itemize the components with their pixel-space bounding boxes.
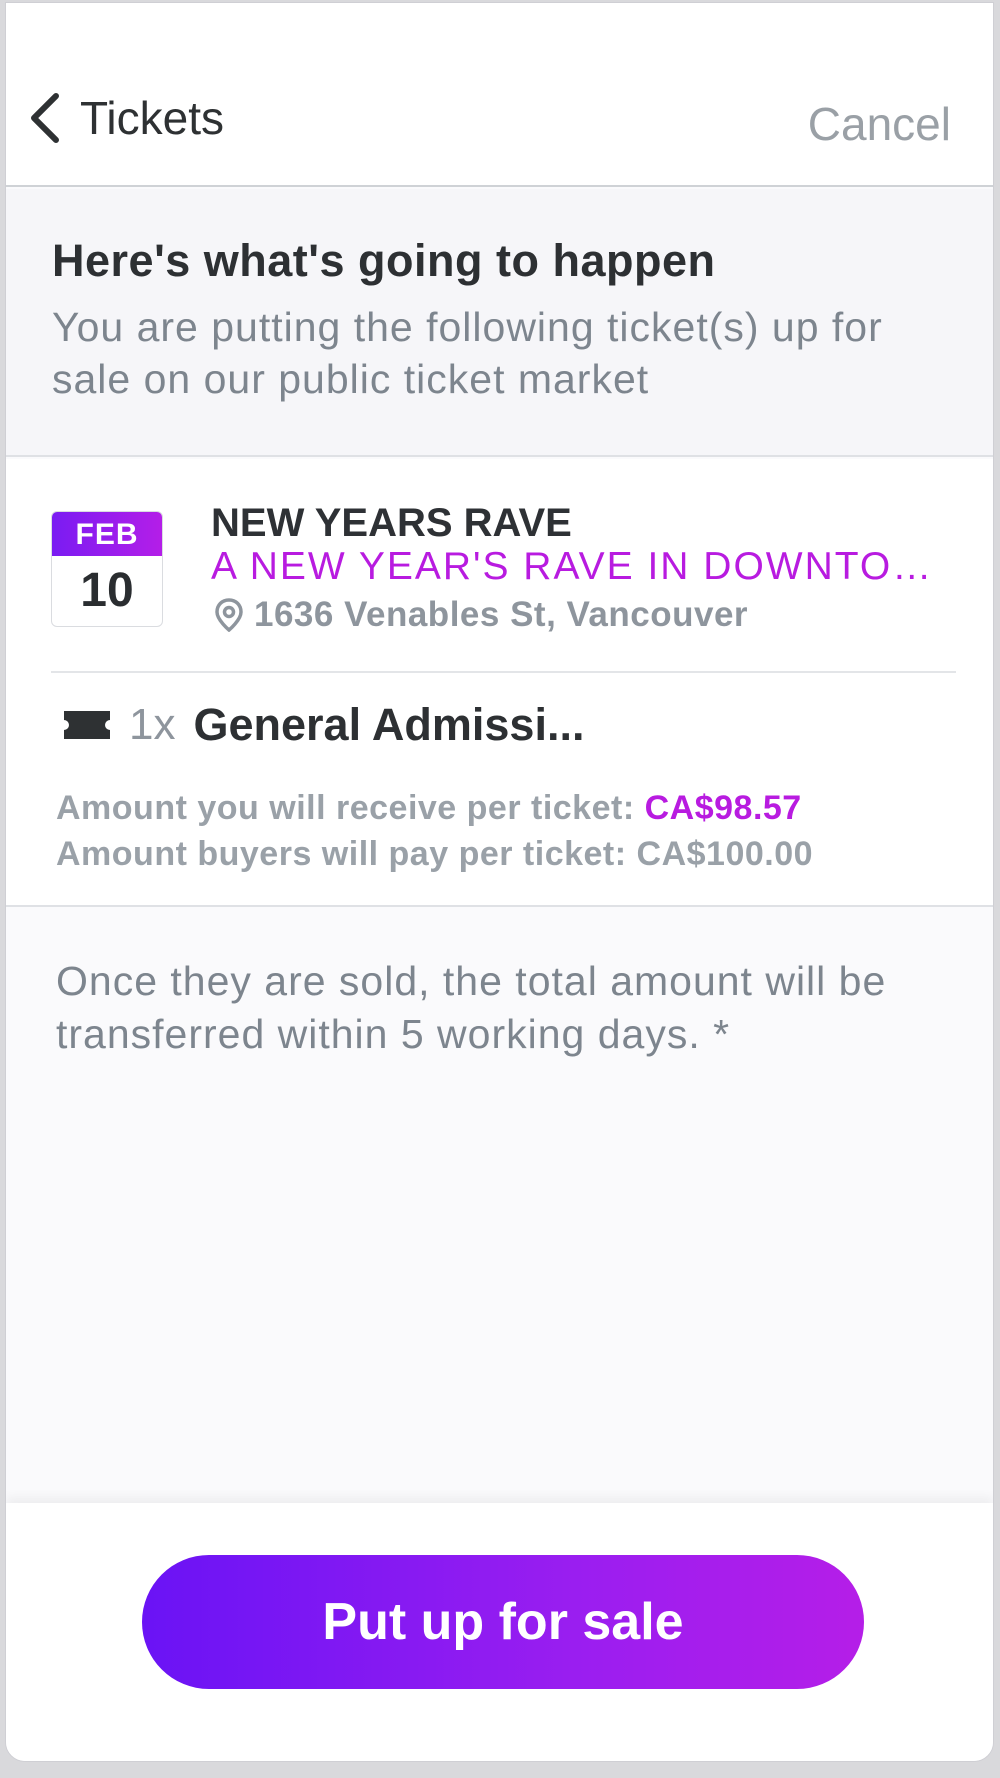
chevron-left-icon bbox=[31, 93, 59, 143]
ticket-quantity: 1x bbox=[129, 700, 176, 749]
date-badge: FEB 10 bbox=[51, 511, 163, 627]
back-button[interactable]: Tickets bbox=[28, 91, 224, 145]
top-bar: Tickets Cancel bbox=[6, 3, 993, 187]
location-pin-icon bbox=[215, 598, 243, 632]
date-month: FEB bbox=[52, 512, 162, 556]
event-location-text: 1636 Venables St, Vancouver bbox=[254, 595, 749, 634]
back-label: Tickets bbox=[80, 92, 224, 144]
intro-title: Here's what's going to happen bbox=[52, 235, 716, 286]
pay-line: Amount buyers will pay per ticket: CA$10… bbox=[56, 831, 813, 877]
divider bbox=[51, 671, 956, 673]
sell-tickets-screen: Tickets Cancel Here's what's going to ha… bbox=[5, 2, 994, 1762]
cancel-button[interactable]: Cancel bbox=[808, 97, 951, 151]
receive-line: Amount you will receive per ticket: CA$9… bbox=[56, 785, 813, 831]
pay-amount: CA$100.00 bbox=[636, 835, 814, 873]
put-up-for-sale-button[interactable]: Put up for sale bbox=[142, 1555, 864, 1689]
receive-label: Amount you will receive per ticket: bbox=[56, 789, 635, 827]
ticket-type-name: General Admissi... bbox=[193, 699, 585, 750]
price-summary: Amount you will receive per ticket: CA$9… bbox=[56, 785, 813, 877]
ticket-row: 1x General Admissi... bbox=[61, 699, 584, 751]
footer-bar: Put up for sale bbox=[6, 1503, 993, 1761]
event-card: FEB 10 NEW YEARS RAVE A NEW YEAR'S RAVE … bbox=[6, 459, 993, 907]
event-name: NEW YEARS RAVE bbox=[211, 501, 572, 545]
intro-section: Here's what's going to happen You are pu… bbox=[6, 189, 993, 457]
receive-amount: CA$98.57 bbox=[644, 789, 802, 827]
event-location: 1636 Venables St, Vancouver bbox=[214, 595, 748, 635]
intro-subtitle: You are putting the following ticket(s) … bbox=[52, 304, 883, 402]
pay-label: Amount buyers will pay per ticket: bbox=[56, 835, 627, 873]
ticket-icon bbox=[64, 711, 110, 739]
payout-note: Once they are sold, the total amount wil… bbox=[56, 958, 887, 1057]
date-day: 10 bbox=[80, 564, 134, 617]
event-description: A NEW YEAR'S RAVE IN DOWNTOWN VANCOUVER bbox=[211, 545, 951, 588]
